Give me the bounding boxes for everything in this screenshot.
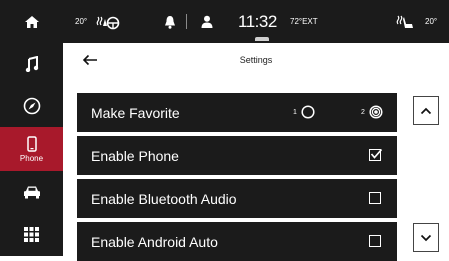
phone-icon — [26, 135, 37, 152]
heated-seat-icon[interactable] — [396, 0, 414, 43]
enable-android-auto-checkbox[interactable] — [369, 235, 381, 247]
driver-temperature[interactable]: 20° — [75, 0, 87, 43]
compass-icon — [23, 97, 41, 115]
enable-bluetooth-audio-row[interactable]: Enable Bluetooth Audio — [77, 179, 397, 218]
chevron-up-icon — [420, 102, 432, 120]
favorite-option-1-number: 1 — [293, 109, 297, 116]
sidebar-item-media[interactable] — [0, 43, 63, 85]
passenger-temperature[interactable]: 20° — [425, 0, 437, 43]
sidebar-item-apps[interactable] — [0, 213, 63, 256]
sidebar-item-label: Phone — [19, 153, 44, 163]
sidebar-item-home[interactable] — [0, 0, 63, 43]
enable-phone-checkbox[interactable] — [369, 148, 383, 161]
music-note-icon — [25, 56, 39, 72]
enable-bluetooth-audio-label: Enable Bluetooth Audio — [91, 190, 237, 207]
favorite-option-1-radio[interactable] — [301, 105, 315, 124]
enable-android-auto-label: Enable Android Auto — [91, 233, 218, 250]
bell-icon[interactable] — [164, 0, 176, 43]
enable-android-auto-row[interactable]: Enable Android Auto — [77, 222, 397, 261]
sidebar: Phone — [0, 0, 63, 256]
clock-indicator — [255, 37, 269, 41]
enable-bluetooth-audio-checkbox[interactable] — [369, 192, 381, 204]
user-profile-icon[interactable] — [201, 0, 213, 43]
scroll-down-button[interactable] — [413, 223, 439, 252]
sidebar-item-phone[interactable]: Phone — [0, 127, 63, 171]
status-bar: 20° 11:32 72°EXT 20° — [63, 0, 449, 43]
make-favorite-row: Make Favorite 1 2 — [77, 93, 397, 132]
heated-steering-seat-icon[interactable] — [96, 0, 120, 43]
chevron-down-icon — [420, 229, 432, 247]
make-favorite-label: Make Favorite — [91, 104, 180, 121]
favorite-option-2-number: 2 — [361, 109, 365, 116]
enable-phone-label: Enable Phone — [91, 147, 179, 164]
apps-grid-icon — [24, 227, 39, 242]
settings-panel: Settings Make Favorite 1 2 Enable Phone … — [63, 43, 449, 261]
sidebar-item-vehicle[interactable] — [0, 171, 63, 213]
home-icon — [24, 15, 40, 29]
status-divider — [186, 14, 187, 29]
favorite-option-2-radio[interactable] — [369, 105, 383, 124]
page-title: Settings — [239, 55, 273, 65]
car-icon — [23, 185, 41, 199]
checkmark-icon — [370, 148, 383, 159]
scroll-up-button[interactable] — [413, 96, 439, 125]
sidebar-item-navigation[interactable] — [0, 85, 63, 127]
exterior-temperature: 72°EXT — [290, 17, 318, 26]
enable-phone-row[interactable]: Enable Phone — [77, 136, 397, 175]
